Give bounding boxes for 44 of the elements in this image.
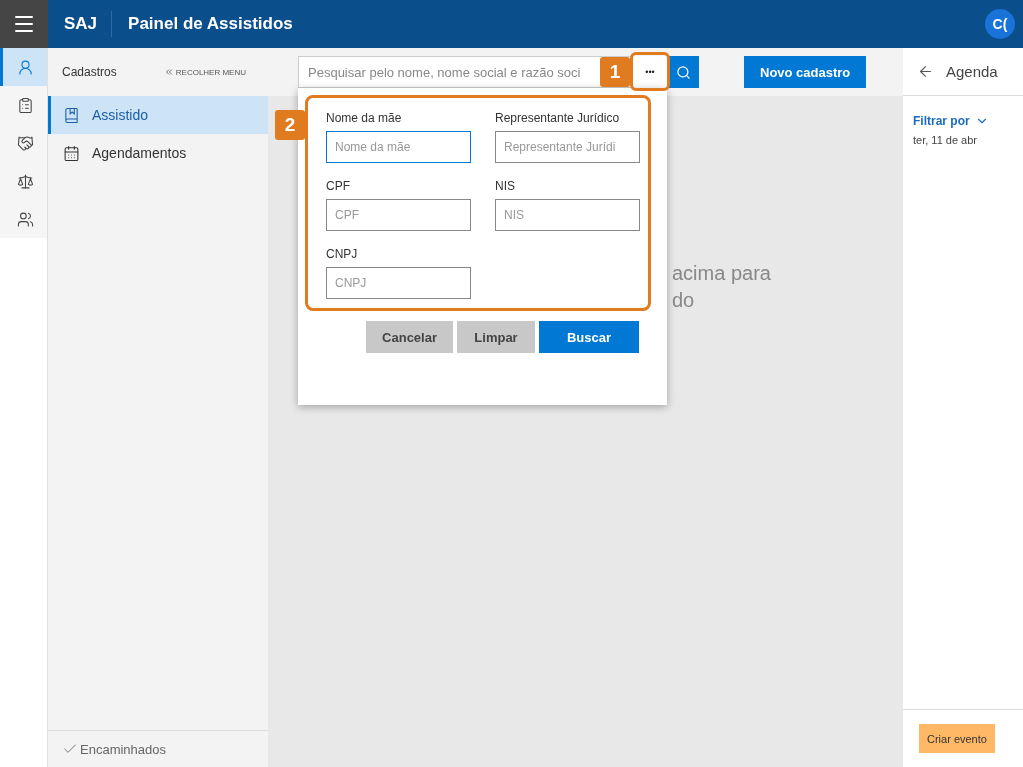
app-logo: SAJ [50, 11, 113, 37]
hint-text: acima para [672, 262, 772, 285]
user-avatar[interactable]: C( [985, 9, 1015, 39]
input-field[interactable]: CPF [326, 199, 471, 231]
clipboard-icon [16, 96, 34, 114]
handshake-icon [16, 134, 34, 152]
search-button[interactable] [668, 56, 699, 88]
field-label: CPF [326, 179, 351, 193]
filter-dropdown[interactable]: Filtrar por [913, 114, 1023, 128]
scale-icon [16, 172, 34, 190]
secondary-button[interactable]: Cancelar [366, 321, 453, 353]
people-icon [16, 210, 34, 228]
search-submit-button[interactable]: Buscar [539, 321, 639, 353]
field-label: CNPJ [326, 247, 359, 261]
back-arrow-icon[interactable] [917, 63, 934, 80]
step-badge: 2 [275, 110, 305, 140]
person-icon [16, 58, 34, 76]
hint-text: do [672, 289, 696, 312]
chevrons-left-icon [163, 67, 174, 77]
secondary-button[interactable]: Limpar [457, 321, 535, 353]
sidebar-item[interactable]: Assistido [48, 96, 268, 134]
create-event-button[interactable]: Criar evento [919, 724, 995, 753]
new-record-button[interactable]: Novo cadastro [744, 56, 867, 88]
more-button[interactable]: ••• [632, 56, 668, 88]
field-label: NIS [495, 179, 516, 193]
input-field[interactable]: Nome da mãe [326, 131, 471, 163]
menu-button[interactable] [0, 0, 48, 48]
rail-button[interactable] [0, 86, 47, 124]
page-title: Painel de Assistidos [128, 14, 294, 34]
date-text: ter, 11 de abr [913, 134, 978, 146]
step-badge: 1 [600, 57, 630, 87]
input-field[interactable]: NIS [495, 199, 640, 231]
search-icon [676, 64, 691, 80]
calendar-icon [63, 144, 80, 162]
input-field[interactable]: CNPJ [326, 267, 471, 299]
bookmark-icon [63, 106, 80, 124]
input-field[interactable]: Representante Jurídi [495, 131, 640, 163]
rail-button[interactable] [0, 200, 47, 238]
field-label: Representante Jurídico [495, 111, 621, 125]
agenda-title: Agenda [946, 63, 998, 80]
collapse-menu-link[interactable]: RECOLHER MENU [163, 67, 246, 77]
field-label: Nome da mãe [326, 111, 403, 125]
sidebar-title: Cadastros [62, 65, 117, 79]
sidebar-item[interactable]: Agendamentos [48, 134, 268, 172]
